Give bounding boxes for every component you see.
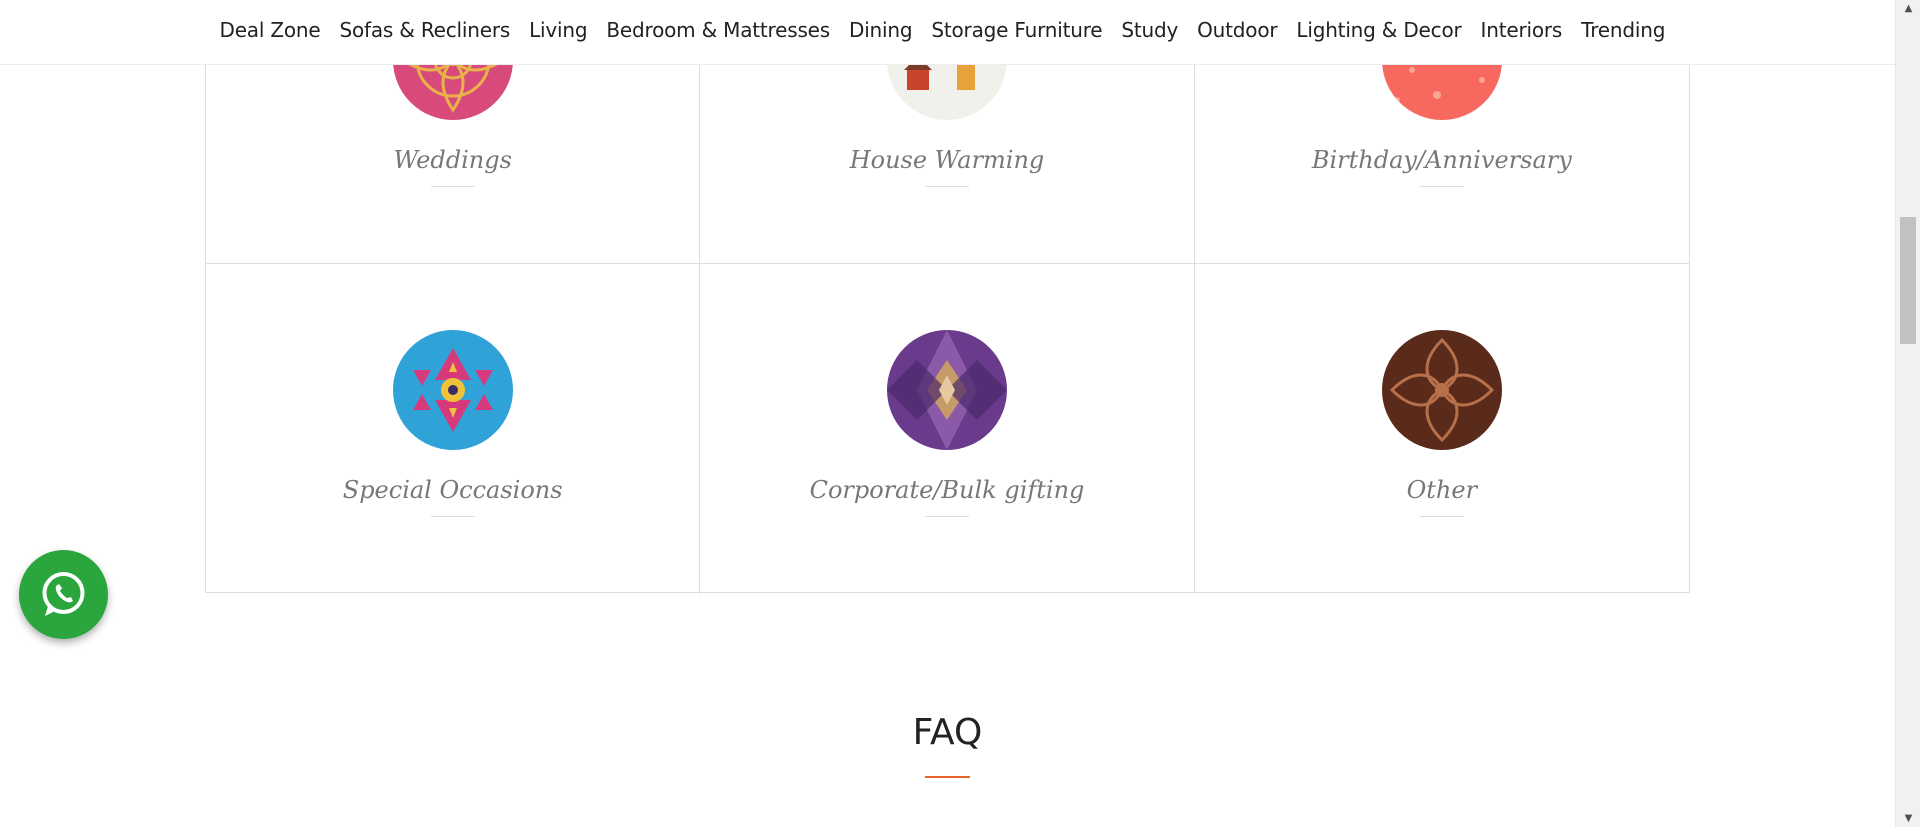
occasion-label: Other (1406, 476, 1478, 504)
scroll-thumb[interactable] (1900, 217, 1916, 344)
label-divider (1419, 186, 1464, 187)
nav-item-deal-zone[interactable]: Deal Zone (210, 18, 330, 42)
nav-item-outdoor[interactable]: Outdoor (1188, 18, 1287, 42)
nav-item-storage-furniture[interactable]: Storage Furniture (922, 18, 1112, 42)
occasion-card-other[interactable]: Other (1195, 264, 1689, 594)
special-occasions-pattern-image (392, 330, 513, 450)
corporate-gifting-pattern-image (886, 330, 1007, 450)
other-pattern-image (1381, 330, 1502, 450)
nav-menu: Deal Zone Sofas & Recliners Living Bedro… (210, 0, 1675, 60)
scroll-down-arrow[interactable]: ▼ (1896, 810, 1920, 827)
scroll-up-arrow[interactable]: ▲ (1896, 0, 1920, 17)
occasion-label: Special Occasions (342, 476, 563, 504)
nav-item-sofas-recliners[interactable]: Sofas & Recliners (330, 18, 520, 42)
occasion-grid: Weddings House Warming Birthday/Annivers… (205, 0, 1690, 594)
whatsapp-chat-button[interactable] (19, 550, 108, 639)
label-divider (924, 186, 969, 187)
label-divider (924, 516, 969, 517)
nav-item-study[interactable]: Study (1112, 18, 1188, 42)
occasion-label: Corporate/Bulk gifting (809, 476, 1085, 504)
page: Deal Zone Sofas & Recliners Living Bedro… (0, 0, 1920, 827)
nav-item-dining[interactable]: Dining (840, 18, 922, 42)
vertical-scrollbar[interactable]: ▲ ▼ (1895, 0, 1920, 827)
nav-item-interiors[interactable]: Interiors (1471, 18, 1572, 42)
occasion-label: Birthday/Anniversary (1311, 146, 1572, 174)
nav-item-lighting-decor[interactable]: Lighting & Decor (1287, 18, 1471, 42)
occasion-label: House Warming (849, 146, 1045, 174)
occasion-label: Weddings (393, 146, 512, 174)
occasion-card-special-occasions[interactable]: Special Occasions (206, 264, 701, 594)
label-divider (430, 186, 475, 187)
nav-item-trending[interactable]: Trending (1572, 18, 1675, 42)
top-navigation: Deal Zone Sofas & Recliners Living Bedro… (0, 0, 1895, 65)
occasion-card-corporate-bulk-gifting[interactable]: Corporate/Bulk gifting (700, 264, 1195, 594)
nav-item-bedroom-mattresses[interactable]: Bedroom & Mattresses (597, 18, 840, 42)
faq-heading-underline (925, 776, 970, 778)
label-divider (1419, 516, 1464, 517)
label-divider (430, 516, 475, 517)
faq-heading: FAQ (912, 712, 983, 753)
nav-item-living[interactable]: Living (520, 18, 597, 42)
whatsapp-icon (42, 572, 85, 616)
